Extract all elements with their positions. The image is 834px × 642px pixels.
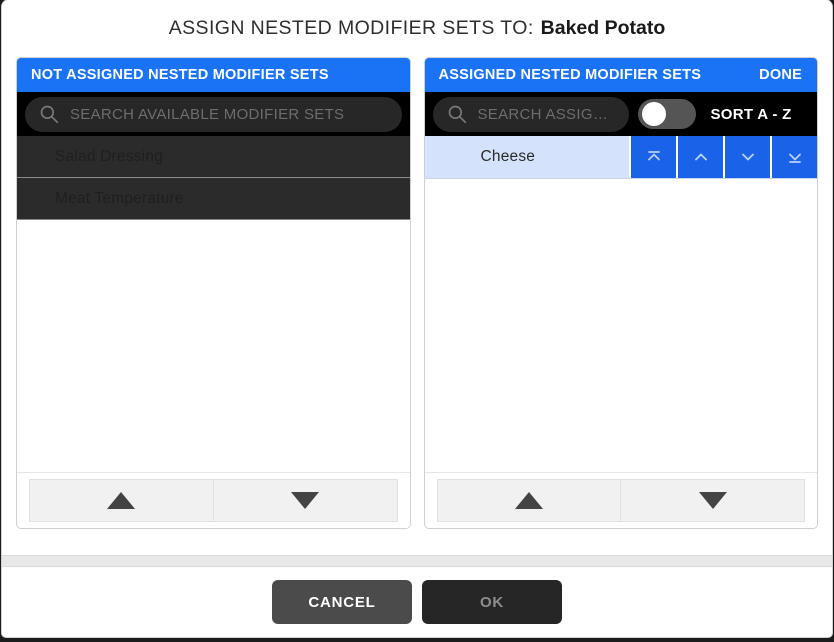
dialog-footer: CANCEL OK — [2, 567, 832, 637]
move-to-bottom-icon — [788, 153, 801, 163]
sort-label[interactable]: SORT A - Z — [711, 106, 792, 123]
scroll-up-button[interactable] — [29, 479, 213, 522]
assign-nested-modifier-sets-dialog: ASSIGN NESTED MODIFIER SETS TO: Baked Po… — [2, 0, 832, 637]
triangle-up-icon — [514, 492, 543, 509]
triangle-down-icon — [698, 492, 727, 509]
search-assigned-input[interactable]: SEARCH ASSIGNED... — [432, 96, 629, 132]
scroll-down-button[interactable] — [212, 479, 398, 522]
cancel-button[interactable]: CANCEL — [272, 580, 412, 624]
move-to-top-button[interactable] — [629, 136, 676, 178]
scroll-up-button[interactable] — [436, 479, 621, 522]
triangle-down-icon — [291, 492, 320, 509]
page-title: ASSIGN NESTED MODIFIER SETS TO: — [168, 17, 534, 39]
assigned-search-bar: SEARCH ASSIGNED... SORT A - Z — [424, 92, 817, 136]
assigned-panel-title: ASSIGNED NESTED MODIFIER SETS — [438, 67, 702, 83]
panels-container: NOT ASSIGNED NESTED MODIFIER SETS SEARCH… — [2, 57, 832, 555]
footer-divider — [2, 555, 832, 567]
not-assigned-scroll-footer — [17, 472, 410, 528]
search-available-placeholder: SEARCH AVAILABLE MODIFIER SETS — [70, 105, 345, 123]
ok-button[interactable]: OK — [422, 580, 562, 624]
assigned-scroll-footer — [424, 472, 817, 528]
sort-toggle[interactable] — [637, 99, 696, 129]
search-icon — [448, 105, 466, 124]
move-to-bottom-button[interactable] — [770, 136, 817, 178]
not-assigned-list[interactable]: Salad Dressing Meat Temperature — [17, 136, 410, 472]
not-assigned-panel: NOT ASSIGNED NESTED MODIFIER SETS SEARCH… — [16, 57, 411, 529]
move-up-icon — [694, 153, 707, 161]
move-to-top-icon — [647, 151, 660, 161]
move-down-button[interactable] — [723, 136, 770, 178]
page-title-item-name: Baked Potato — [540, 17, 666, 39]
move-down-icon — [741, 153, 754, 161]
not-assigned-panel-title: NOT ASSIGNED NESTED MODIFIER SETS — [31, 67, 329, 83]
triangle-up-icon — [107, 492, 136, 509]
search-icon — [40, 105, 59, 124]
row-actions — [629, 136, 817, 178]
list-item-label: Cheese — [480, 148, 536, 165]
toggle-knob — [641, 102, 666, 126]
assigned-panel-header: ASSIGNED NESTED MODIFIER SETS DONE — [424, 58, 817, 92]
list-item[interactable]: Meat Temperature — [17, 178, 410, 220]
list-item[interactable]: Cheese — [424, 136, 817, 179]
search-assigned-placeholder: SEARCH ASSIGNED... — [477, 105, 615, 123]
assigned-list[interactable]: Cheese — [424, 136, 817, 472]
list-item[interactable]: Salad Dressing — [17, 136, 410, 178]
dialog-title-bar: ASSIGN NESTED MODIFIER SETS TO: Baked Po… — [2, 0, 832, 57]
move-up-button[interactable] — [676, 136, 723, 178]
list-item-label: Salad Dressing — [55, 147, 163, 165]
search-available-input[interactable]: SEARCH AVAILABLE MODIFIER SETS — [25, 96, 402, 132]
assigned-panel: ASSIGNED NESTED MODIFIER SETS DONE SEARC… — [423, 57, 818, 529]
done-button[interactable]: DONE — [759, 67, 802, 83]
list-item-label: Meat Temperature — [55, 189, 184, 207]
not-assigned-search-bar: SEARCH AVAILABLE MODIFIER SETS — [17, 92, 410, 136]
not-assigned-panel-header: NOT ASSIGNED NESTED MODIFIER SETS — [17, 58, 410, 92]
scroll-down-button[interactable] — [620, 479, 805, 522]
